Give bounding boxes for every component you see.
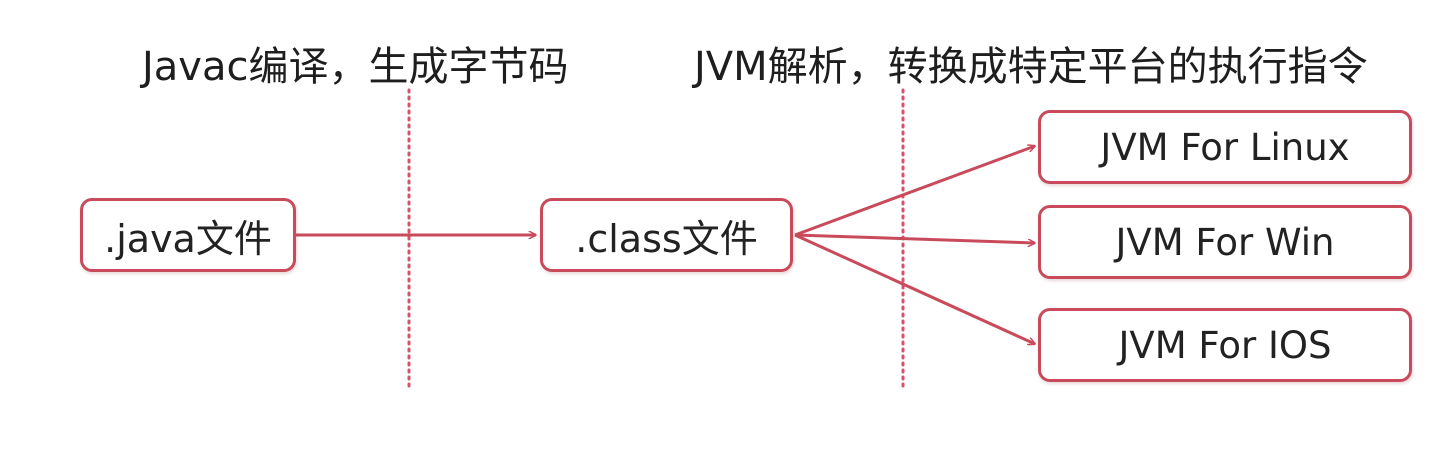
jvm-win-node: JVM For Win	[1038, 205, 1412, 279]
arrow-class-to-ios	[794, 233, 1035, 346]
arrow-class-to-linux	[794, 146, 1035, 237]
jvm-linux-label: JVM For Linux	[1100, 125, 1350, 169]
class-bytecode-label: .class文件	[575, 216, 758, 261]
jvm-linux-node: JVM For Linux	[1038, 110, 1412, 184]
jvm-ios-node: JVM For IOS	[1038, 308, 1412, 382]
arrow-class-to-win	[794, 233, 1035, 243]
class-bytecode-node: .class文件	[540, 198, 793, 272]
jvm-win-label: JVM For Win	[1115, 220, 1335, 264]
jvm-ios-label: JVM For IOS	[1118, 323, 1332, 367]
java-source-node: .java文件	[80, 198, 296, 272]
java-source-label: .java文件	[104, 216, 272, 261]
